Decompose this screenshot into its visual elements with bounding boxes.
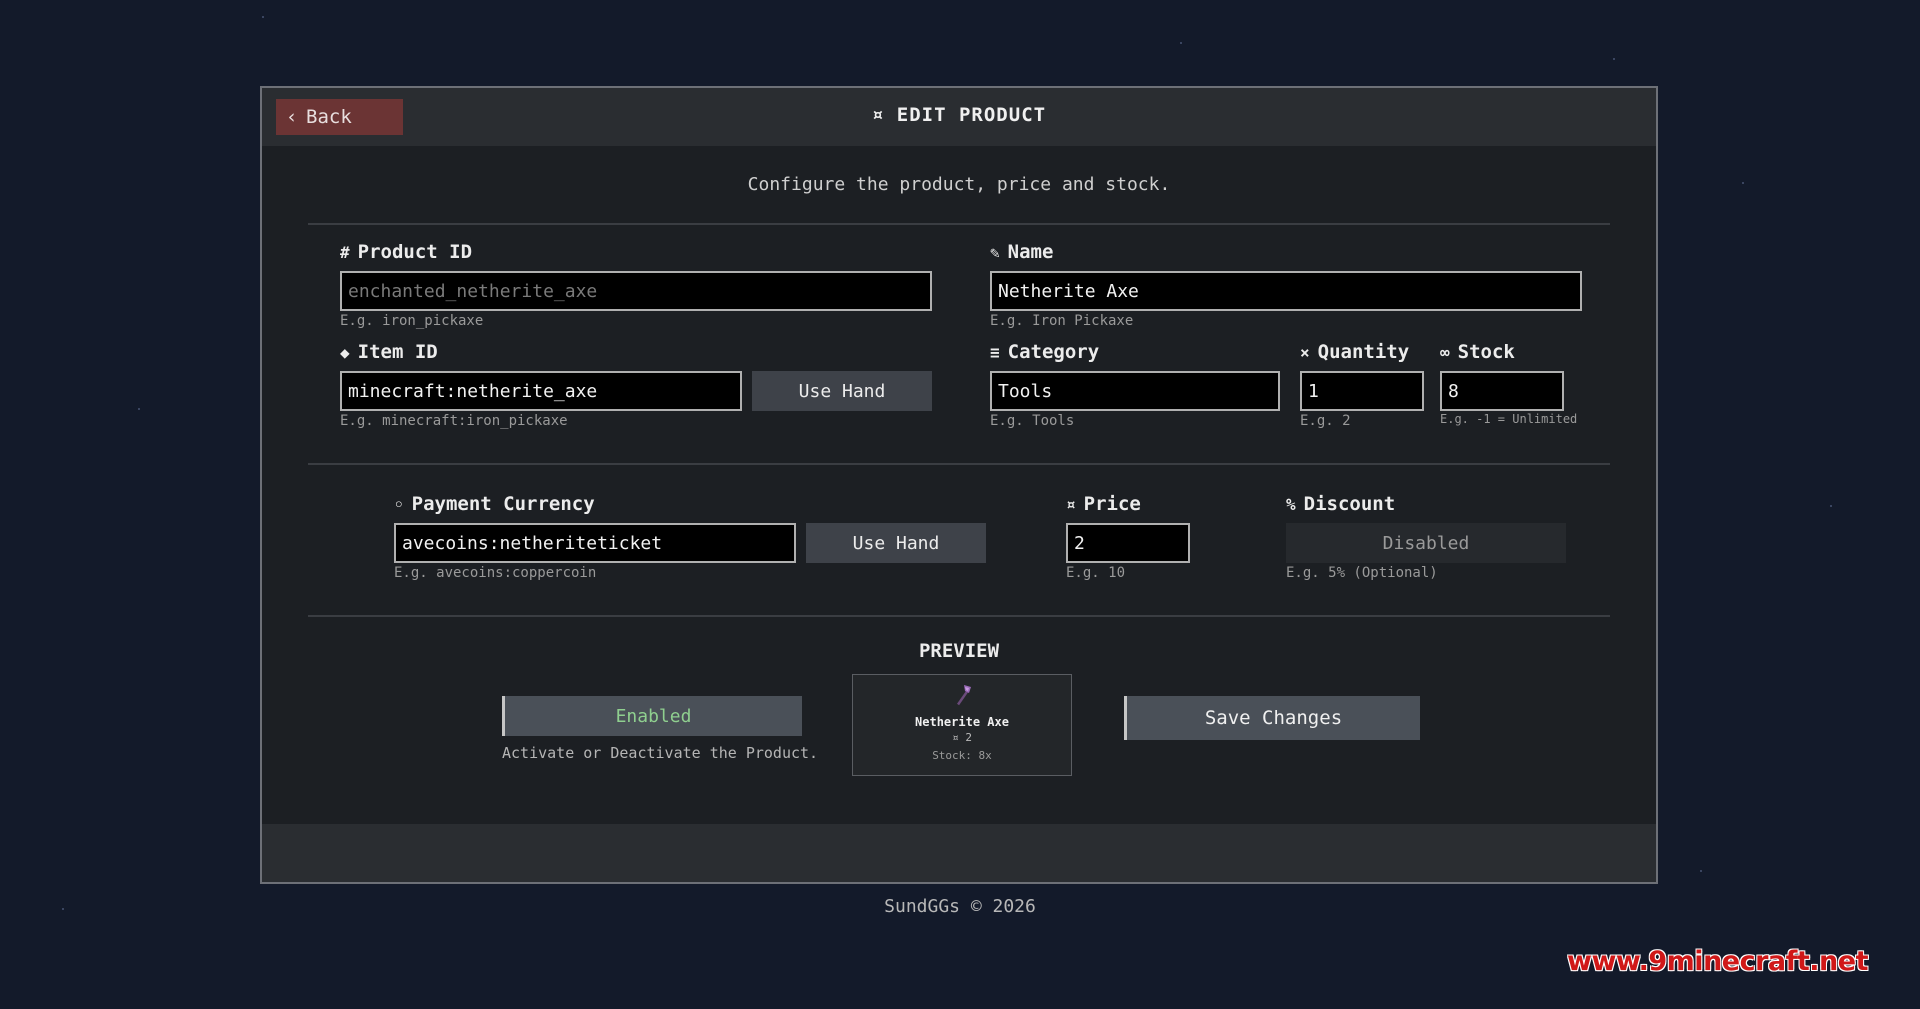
page-title: ¤ EDIT PRODUCT — [871, 104, 1047, 126]
background-star — [1613, 58, 1615, 60]
stock-label: ∞ Stock — [1440, 341, 1515, 363]
enabled-toggle-button[interactable]: Enabled — [502, 696, 802, 736]
copyright-text: SundGGs © 2026 — [884, 896, 1036, 917]
preview-product-price: ¤ 2 — [952, 731, 972, 744]
quantity-input[interactable]: 1 — [1300, 371, 1424, 411]
item-id-input[interactable]: minecraft:netherite_axe — [340, 371, 742, 411]
discount-input-disabled: Disabled — [1286, 523, 1566, 563]
background-star — [1830, 505, 1832, 507]
stock-input[interactable]: 8 — [1440, 371, 1564, 411]
category-input[interactable]: Tools — [990, 371, 1280, 411]
edit-product-panel: ‹ Back ¤ EDIT PRODUCT Configure the prod… — [260, 86, 1658, 884]
currency-icon: ¤ — [1066, 495, 1076, 514]
quantity-label: × Quantity — [1300, 341, 1410, 363]
diamond-icon: ◆ — [340, 343, 350, 362]
product-id-label: # Product ID — [340, 241, 473, 263]
infinity-icon: ∞ — [1440, 343, 1450, 362]
item-id-use-hand-button[interactable]: Use Hand — [752, 371, 932, 411]
preview-product-name: Netherite Axe — [915, 715, 1009, 729]
percent-icon: % — [1286, 495, 1296, 514]
payment-currency-input[interactable]: avecoins:netheriteticket — [394, 523, 796, 563]
payment-currency-use-hand-button[interactable]: Use Hand — [806, 523, 986, 563]
category-hint: E.g. Tools — [990, 413, 1075, 429]
name-label: ✎ Name — [990, 241, 1054, 263]
payment-currency-hint: E.g. avecoins:coppercoin — [394, 565, 597, 581]
divider — [308, 463, 1610, 465]
divider — [308, 223, 1610, 225]
category-label: ≡ Category — [990, 341, 1100, 363]
background-star — [262, 16, 264, 18]
preview-heading: PREVIEW — [918, 640, 1000, 662]
currency-icon: ¤ — [952, 731, 966, 744]
background-star — [1742, 182, 1744, 184]
payment-currency-label: ◦ Payment Currency — [394, 493, 595, 515]
times-icon: × — [1300, 343, 1310, 362]
panel-header: ‹ Back ¤ EDIT PRODUCT — [262, 88, 1656, 146]
price-input[interactable]: 2 — [1066, 523, 1190, 563]
name-input[interactable]: Netherite Axe — [990, 271, 1582, 311]
discount-label: % Discount — [1286, 493, 1396, 515]
hash-icon: # — [340, 243, 350, 262]
discount-hint: E.g. 5% (Optional) — [1286, 565, 1438, 581]
item-id-label: ◆ Item ID — [340, 341, 438, 363]
price-label: ¤ Price — [1066, 493, 1141, 515]
item-id-hint: E.g. minecraft:iron_pickaxe — [340, 413, 568, 429]
product-id-hint: E.g. iron_pickaxe — [340, 313, 484, 329]
quantity-hint: E.g. 2 — [1300, 413, 1351, 429]
list-icon: ≡ — [990, 343, 1000, 362]
coin-icon: ◦ — [394, 495, 404, 514]
background-star — [1700, 870, 1702, 872]
panel-footer — [262, 824, 1656, 882]
pencil-icon: ✎ — [990, 243, 1000, 262]
price-hint: E.g. 10 — [1066, 565, 1126, 581]
toggle-hint: Activate or Deactivate the Product. — [502, 744, 819, 762]
preview-product-stock: Stock: 8x — [932, 749, 992, 762]
save-changes-button[interactable]: Save Changes — [1124, 696, 1420, 740]
background-star — [138, 408, 140, 410]
stock-hint: E.g. -1 = Unlimited — [1440, 412, 1578, 426]
page-subtitle: Configure the product, price and stock. — [747, 174, 1171, 195]
netherite-axe-icon — [957, 685, 971, 706]
product-preview-card: Netherite Axe ¤ 2 Stock: 8x — [852, 674, 1072, 776]
product-id-input[interactable]: enchanted_netherite_axe — [340, 271, 932, 311]
watermark: www.9minecraft.net — [1567, 946, 1868, 977]
background-star — [1180, 42, 1182, 44]
divider — [308, 615, 1610, 617]
name-hint: E.g. Iron Pickaxe — [990, 313, 1134, 329]
